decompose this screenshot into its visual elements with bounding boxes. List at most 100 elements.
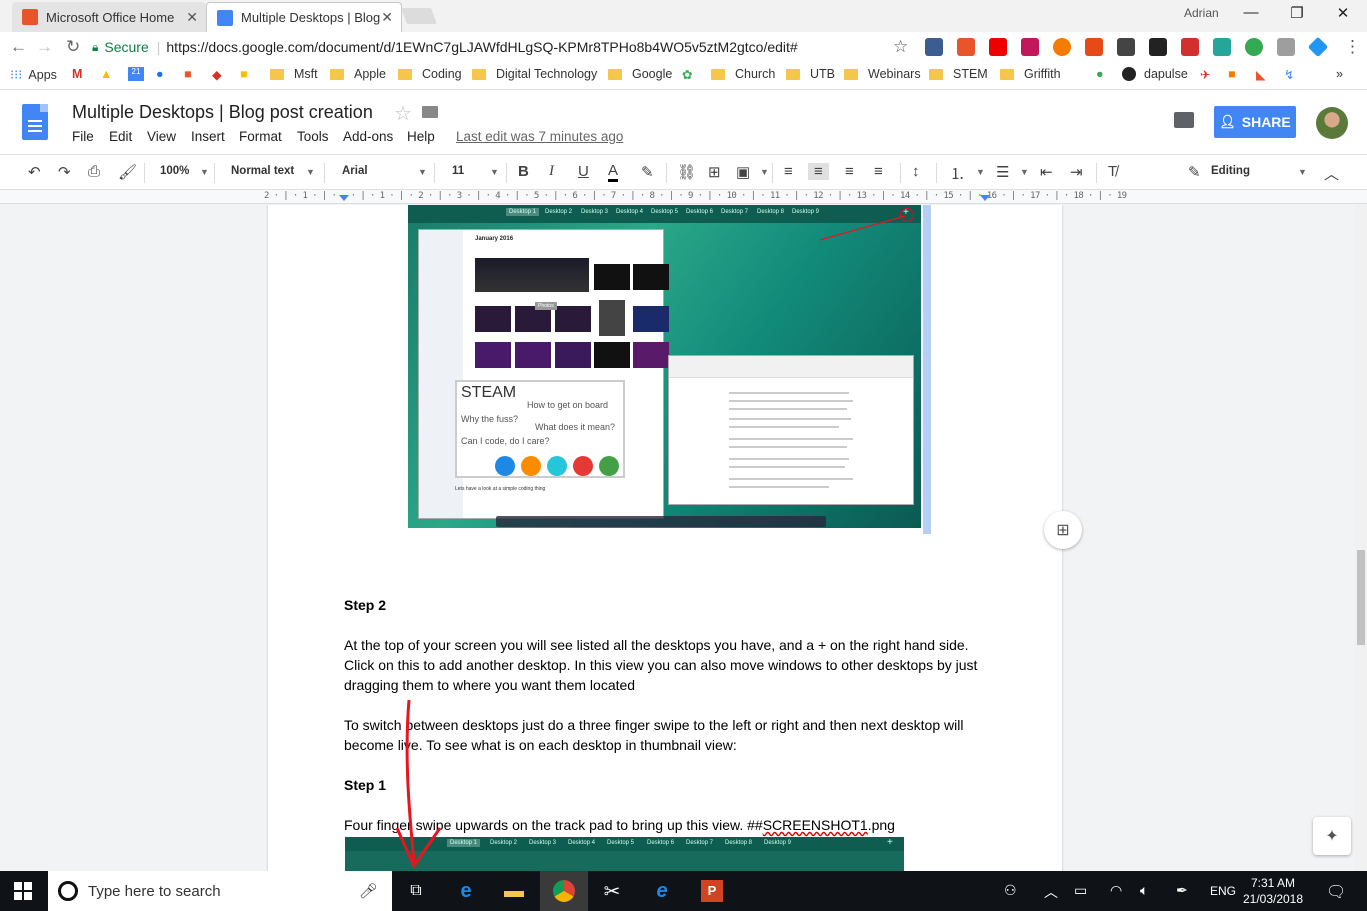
align-center-icon[interactable]: ≡ bbox=[808, 163, 829, 180]
highlight-icon[interactable]: ✎ bbox=[641, 163, 654, 181]
edge-icon[interactable]: e bbox=[442, 871, 490, 911]
menu-tools[interactable]: Tools bbox=[297, 129, 329, 144]
show-hidden-icons[interactable]: ︿ bbox=[1044, 882, 1058, 902]
calendar-icon[interactable]: 21 bbox=[128, 67, 144, 81]
left-indent-marker[interactable] bbox=[339, 195, 349, 201]
bookmark-folder-griffith[interactable]: Griffith bbox=[1000, 67, 1061, 81]
back-icon[interactable]: ← bbox=[10, 37, 27, 57]
bookmark-app-icon[interactable]: ■ bbox=[1228, 67, 1236, 81]
underline-icon[interactable]: U bbox=[578, 163, 589, 180]
grammarly-icon[interactable] bbox=[1245, 38, 1263, 56]
maps-pin-icon[interactable]: ◆ bbox=[212, 67, 222, 82]
youtube-icon[interactable] bbox=[989, 38, 1007, 56]
forward-icon[interactable]: → bbox=[36, 37, 53, 57]
extension-icon[interactable] bbox=[1117, 38, 1135, 56]
line-spacing-icon[interactable]: ↕ bbox=[912, 163, 920, 180]
minimize-button[interactable]: — bbox=[1228, 4, 1274, 26]
bookmark-folder-webinars[interactable]: Webinars bbox=[844, 67, 921, 81]
extension-icon[interactable] bbox=[1021, 38, 1039, 56]
bookmark-star-icon[interactable]: ☆ bbox=[893, 37, 908, 57]
menu-edit[interactable]: Edit bbox=[109, 129, 132, 144]
battery-icon[interactable]: ▭ bbox=[1074, 882, 1087, 899]
bookmark-folder-coding[interactable]: Coding bbox=[398, 67, 462, 81]
extension-icon[interactable] bbox=[925, 38, 943, 56]
pen-icon[interactable]: ✒ bbox=[1176, 882, 1188, 899]
bookmark-app-icon[interactable]: ✿ bbox=[682, 67, 692, 82]
windows-start-button[interactable] bbox=[14, 882, 32, 900]
menu-help[interactable]: Help bbox=[407, 129, 435, 144]
action-center-icon[interactable]: 🗨︎ bbox=[1326, 882, 1346, 902]
editing-mode-select[interactable]: Editing bbox=[1211, 165, 1250, 177]
style-select[interactable]: Normal text bbox=[231, 165, 294, 177]
align-left-icon[interactable]: ≡ bbox=[784, 163, 793, 180]
zoom-select[interactable]: 100% bbox=[160, 165, 189, 177]
scrollbar-thumb[interactable] bbox=[1357, 550, 1365, 645]
bookmark-app-icon[interactable]: ● bbox=[156, 67, 164, 81]
extension-icon[interactable] bbox=[1181, 38, 1199, 56]
extension-icon[interactable] bbox=[1085, 38, 1103, 56]
microphone-icon[interactable]: 🎤︎ bbox=[359, 882, 378, 900]
align-right-icon[interactable]: ≡ bbox=[845, 163, 854, 180]
menu-format[interactable]: Format bbox=[239, 129, 282, 144]
chrome-icon[interactable] bbox=[540, 871, 588, 911]
wifi-icon[interactable]: ◠ bbox=[1110, 882, 1122, 899]
bookmark-app-icon[interactable]: ● bbox=[1096, 67, 1104, 81]
close-window-button[interactable]: ✕ bbox=[1320, 4, 1366, 26]
address-bar[interactable]: 🔒︎ Secure | https://docs.google.com/docu… bbox=[92, 35, 918, 59]
undo-icon[interactable]: ↶ bbox=[28, 163, 41, 181]
menu-add-ons[interactable]: Add-ons bbox=[343, 129, 393, 144]
bold-icon[interactable]: B bbox=[518, 163, 529, 180]
extension-icon[interactable] bbox=[1149, 38, 1167, 56]
reload-icon[interactable]: ↻ bbox=[66, 37, 80, 57]
paint-format-icon[interactable]: 🖌︎ bbox=[118, 163, 137, 181]
avatar[interactable] bbox=[1316, 107, 1348, 139]
close-tab-icon[interactable]: ✕ bbox=[381, 9, 393, 26]
close-tab-icon[interactable]: ✕ bbox=[186, 9, 198, 26]
profile-name[interactable]: Adrian bbox=[1184, 6, 1219, 20]
bookmark-app-icon[interactable]: ■ bbox=[184, 67, 192, 81]
bookmark-folder-stem[interactable]: STEM bbox=[929, 67, 988, 81]
collapse-menu-icon[interactable]: ︿ bbox=[1324, 163, 1339, 184]
increase-indent-icon[interactable]: ⇥ bbox=[1070, 163, 1083, 181]
add-comment-button[interactable]: ⊞ bbox=[1044, 511, 1082, 549]
task-view-icon[interactable]: ⧉ bbox=[392, 871, 440, 911]
extension-icon[interactable] bbox=[1213, 38, 1231, 56]
explore-button[interactable]: ✦ bbox=[1313, 817, 1351, 855]
vertical-scrollbar[interactable] bbox=[1355, 205, 1367, 871]
tab-office-home[interactable]: Microsoft Office Home ✕ bbox=[12, 2, 206, 32]
bookmark-app-icon[interactable]: ◣ bbox=[1256, 67, 1266, 82]
insert-image-icon[interactable]: ▣ bbox=[736, 163, 750, 181]
volume-icon[interactable]: 🔈︎ bbox=[1140, 882, 1148, 899]
bookmark-dapulse[interactable]: dapulse bbox=[1122, 67, 1188, 81]
extension-icon[interactable] bbox=[1277, 38, 1295, 56]
ruler[interactable]: 2 · | · 1 · | · · | · 1 · | · 2 · | · 3 … bbox=[0, 190, 1367, 204]
bookmark-apps[interactable]: ⁝⁝⁝ Apps bbox=[10, 67, 57, 83]
tab-multiple-desktops[interactable]: Multiple Desktops | Blog ✕ bbox=[206, 2, 402, 32]
document-canvas[interactable]: Desktop 1 Desktop 2 Desktop 3 Desktop 4 … bbox=[0, 205, 1367, 871]
link-icon[interactable]: ⛓︎ bbox=[677, 163, 696, 181]
menu-view[interactable]: View bbox=[147, 129, 176, 144]
comments-icon[interactable] bbox=[1174, 112, 1194, 128]
bookmark-folder-apple[interactable]: Apple bbox=[330, 67, 386, 81]
bookmark-app-icon[interactable]: ✈ bbox=[1200, 67, 1210, 82]
print-icon[interactable]: ⎙ bbox=[88, 163, 100, 180]
people-icon[interactable]: ⚇ bbox=[1004, 882, 1017, 899]
file-explorer-icon[interactable]: ▬ bbox=[490, 871, 538, 911]
decrease-indent-icon[interactable]: ⇤ bbox=[1040, 163, 1053, 181]
extension-icon[interactable] bbox=[957, 38, 975, 56]
internet-explorer-icon[interactable]: e bbox=[638, 871, 686, 911]
add-comment-icon[interactable]: ⊞ bbox=[708, 163, 721, 181]
move-to-folder-icon[interactable] bbox=[422, 106, 438, 118]
keep-icon[interactable]: ■ bbox=[240, 67, 248, 81]
bookmark-folder-google[interactable]: Google bbox=[608, 67, 672, 81]
embedded-screenshot-mission-control[interactable]: Desktop 1 Desktop 2 Desktop 3 Desktop 4 … bbox=[408, 205, 921, 528]
bookmark-app-icon[interactable]: ↯ bbox=[1284, 67, 1294, 82]
bookmark-folder-msft[interactable]: Msft bbox=[270, 67, 318, 81]
restore-button[interactable]: ❐ bbox=[1274, 4, 1320, 26]
share-button[interactable]: 👤︎ SHARE bbox=[1214, 106, 1296, 138]
language-indicator[interactable]: ENG bbox=[1210, 884, 1236, 898]
extension-icon[interactable] bbox=[1307, 36, 1329, 58]
justify-icon[interactable]: ≡ bbox=[874, 163, 883, 180]
chrome-menu-icon[interactable]: ⋮ bbox=[1344, 37, 1361, 57]
extension-icon[interactable] bbox=[1053, 38, 1071, 56]
